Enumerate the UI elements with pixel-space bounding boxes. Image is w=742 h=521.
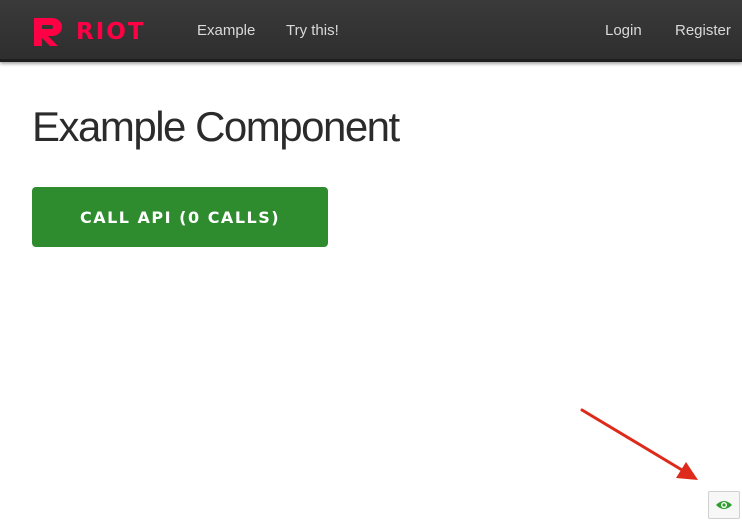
page-title: Example Component bbox=[32, 103, 400, 150]
brand-name: RIOT bbox=[76, 19, 146, 45]
nav-link-login[interactable]: Login bbox=[605, 20, 642, 42]
nav-link-example[interactable]: Example bbox=[197, 20, 255, 42]
annotation-arrow-icon bbox=[580, 408, 698, 480]
call-api-button[interactable]: CALL API (0 CALLS) bbox=[32, 187, 328, 247]
eye-icon bbox=[716, 501, 732, 509]
riot-logo-icon bbox=[34, 18, 62, 46]
toggle-visibility-button[interactable] bbox=[708, 491, 740, 519]
top-navbar: RIOT Example Try this! Login Register bbox=[0, 0, 742, 62]
nav-link-try-this[interactable]: Try this! bbox=[286, 20, 339, 42]
nav-link-register[interactable]: Register bbox=[675, 20, 731, 42]
brand-link[interactable]: RIOT bbox=[32, 16, 146, 48]
